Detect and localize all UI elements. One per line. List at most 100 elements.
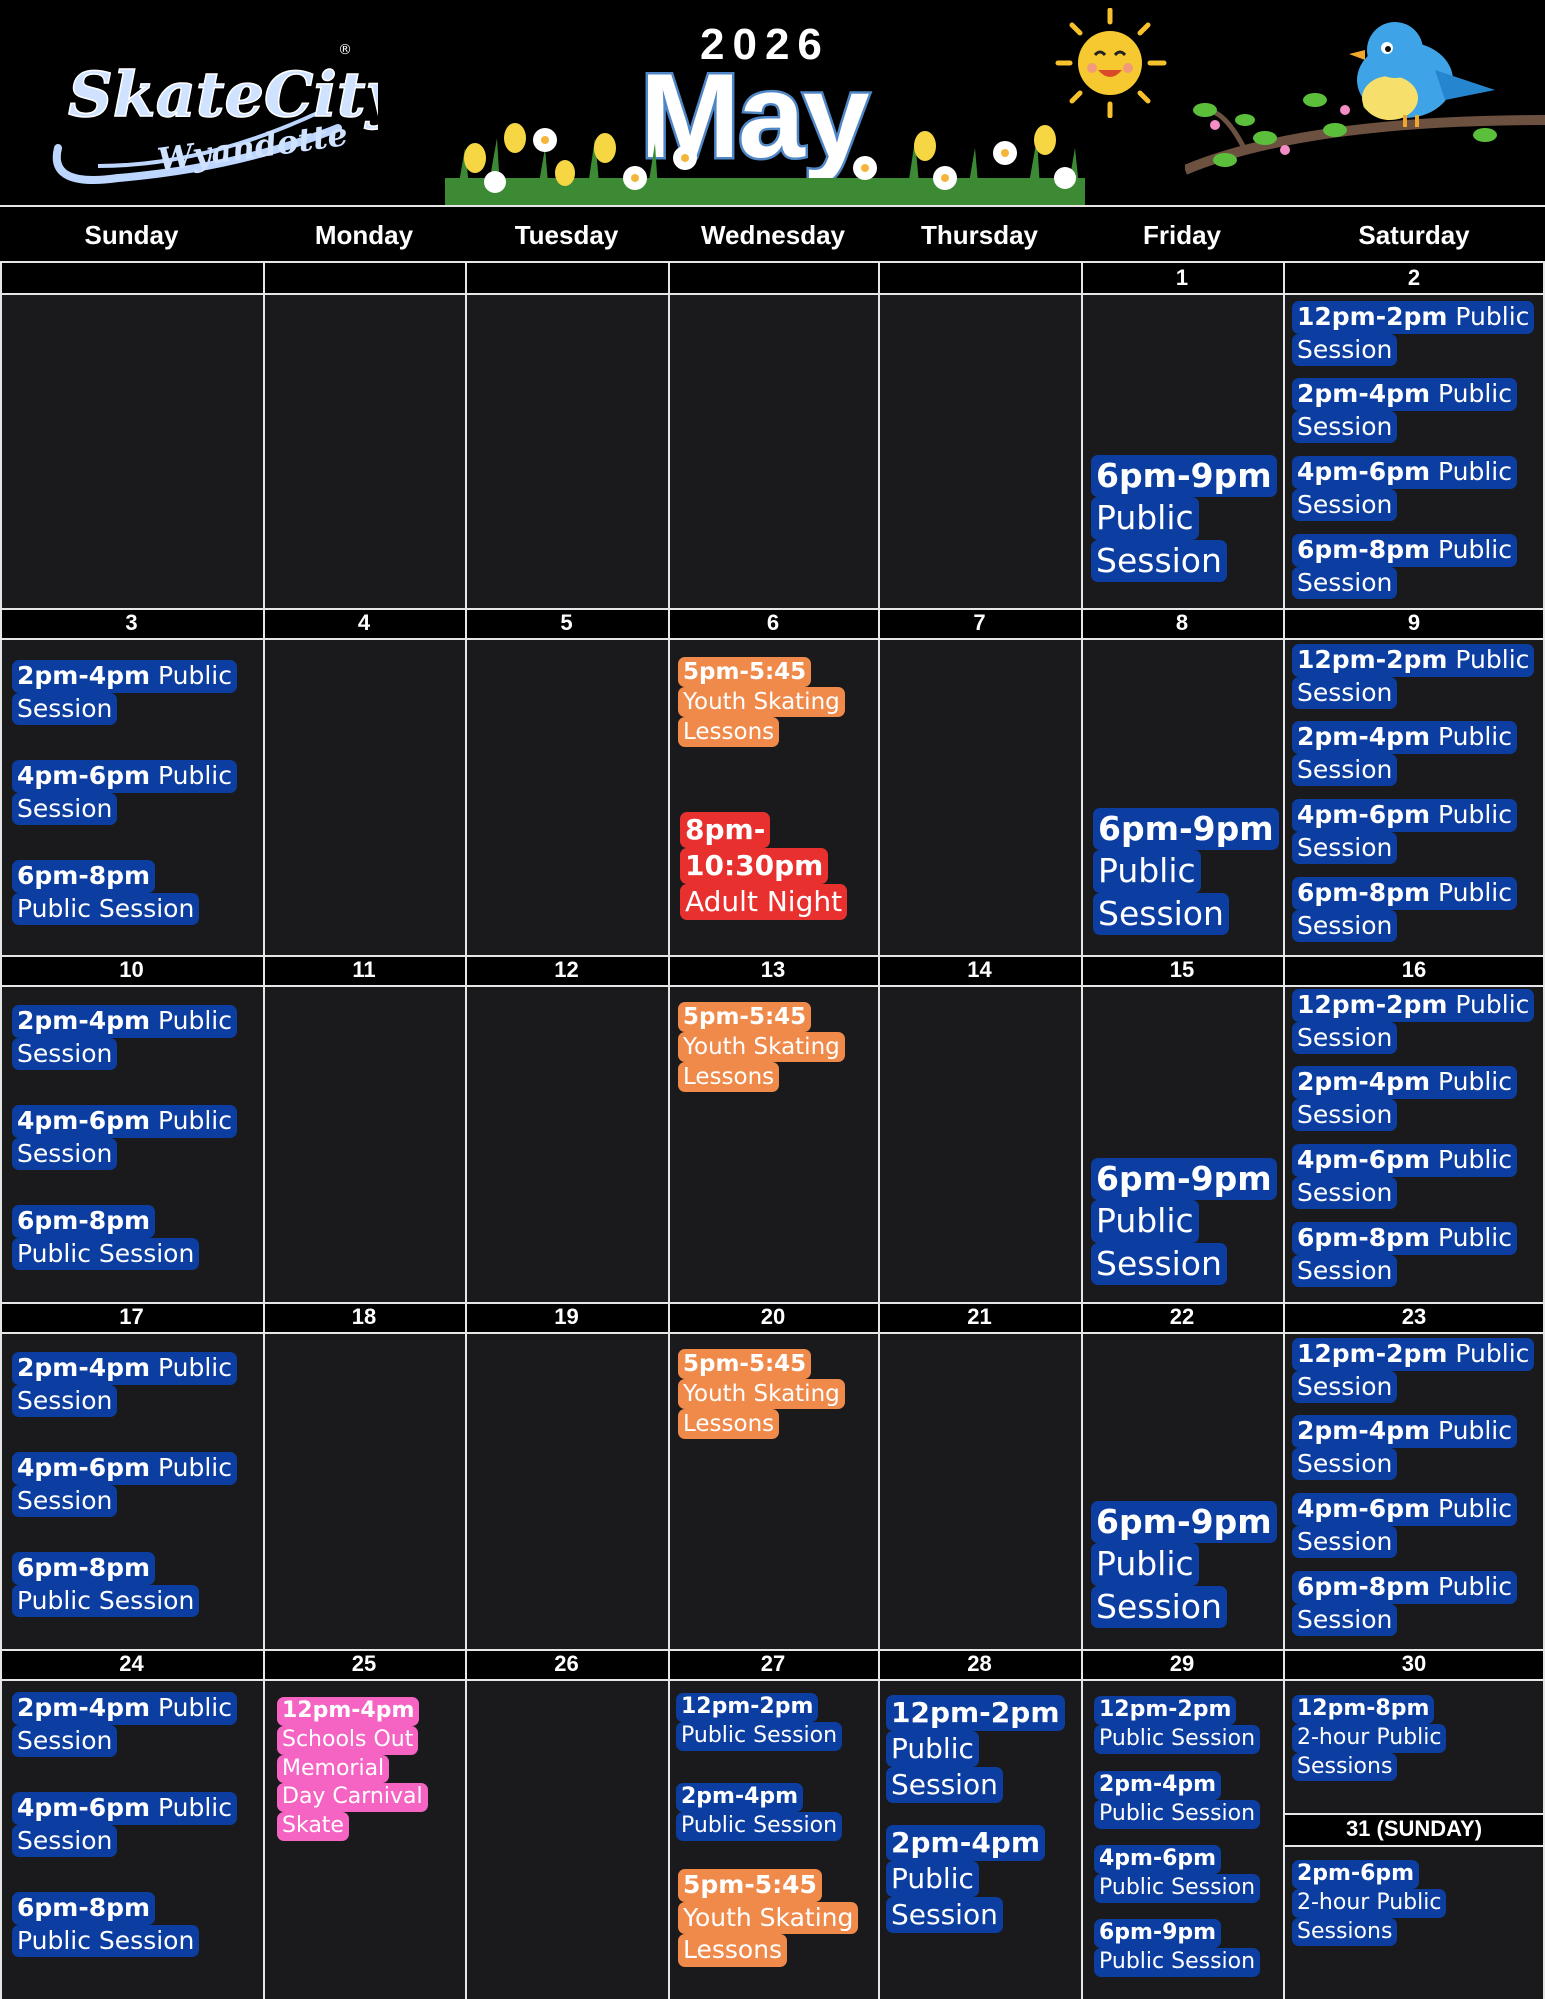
calendar-grid: Sunday Monday Tuesday Wednesday Thursday… — [0, 205, 1545, 1999]
event-public-session[interactable]: 6pm-8pm Public Session — [1292, 1222, 1518, 1287]
event-label: Public — [1093, 850, 1201, 893]
grid-line — [263, 263, 265, 1999]
event-public-session[interactable]: 2pm-4pm Public Session — [1292, 1415, 1518, 1480]
event-label: Session — [12, 1824, 118, 1857]
event-label: Session — [1292, 1254, 1398, 1287]
event-public-session[interactable]: 12pm-2pm Public Session — [1292, 989, 1535, 1054]
event-label: Public — [1438, 1494, 1513, 1523]
event-public-session[interactable]: 4pm-6pm Public Session — [12, 1792, 238, 1857]
event-time: 5pm-5:45 — [678, 657, 812, 688]
event-time: 12pm-4pm — [277, 1697, 420, 1726]
event-public-session[interactable]: 12pm-2pm Public Session — [1094, 1696, 1261, 1754]
event-label: Youth Skating — [678, 1379, 845, 1410]
event-public-session[interactable]: 12pm-2pm Public Session — [1292, 1338, 1535, 1403]
event-public-session[interactable]: 6pm-8pm Public Session — [12, 1552, 200, 1617]
day-number: 24 — [119, 1651, 144, 1676]
event-label: Session — [12, 1137, 118, 1170]
event-youth-lessons[interactable]: 5pm-5:45 Youth Skating Lessons — [678, 1869, 859, 1967]
day-number: 19 — [554, 1304, 579, 1329]
event-public-session[interactable]: 2pm-6pm 2-hour Public Sessions — [1292, 1860, 1447, 1947]
event-time: 6pm-8pm — [12, 1892, 156, 1925]
event-public-session[interactable]: 2pm-4pm Public Session — [12, 1692, 238, 1757]
event-public-session[interactable]: 2pm-4pm Public Session — [12, 660, 238, 725]
event-time: 2pm-4pm — [1297, 1067, 1431, 1096]
event-public-session[interactable]: 2pm-4pm Public Session — [886, 1825, 1046, 1934]
event-public-session[interactable]: 12pm-2pm Public Session — [1292, 301, 1535, 366]
grid-line — [668, 263, 670, 1999]
event-public-session[interactable]: 4pm-6pm Public Session — [1094, 1845, 1261, 1903]
event-label: Lessons — [678, 717, 780, 748]
grid-line — [0, 1302, 1545, 1304]
event-label: Session — [1292, 909, 1398, 942]
event-time: 2pm-4pm — [1297, 379, 1431, 408]
day-number: 16 — [1401, 957, 1427, 982]
event-time: 6pm-8pm — [1297, 535, 1431, 564]
event-public-session[interactable]: 4pm-6pm Public Session — [12, 760, 238, 825]
event-label: Sessions — [1292, 1917, 1398, 1947]
event-label: Public — [158, 1793, 233, 1822]
event-public-session[interactable]: 4pm-6pm Public Session — [1292, 1493, 1518, 1558]
event-public-session[interactable]: 6pm-9pm Public Session — [1091, 455, 1277, 582]
event-public-session[interactable]: 6pm-9pm Public Session — [1094, 1919, 1261, 1977]
event-public-session[interactable]: 12pm-2pm Public Session — [1292, 644, 1535, 709]
event-public-session[interactable]: 6pm-9pm Public Session — [1093, 808, 1279, 935]
event-label: Public — [1438, 379, 1513, 408]
event-time: 6pm-8pm — [1297, 1223, 1431, 1252]
grid-line — [1283, 1813, 1545, 1815]
grid-line — [1283, 1845, 1545, 1847]
event-public-session[interactable]: 4pm-6pm Public Session — [1292, 456, 1518, 521]
event-public-session[interactable]: 2pm-4pm Public Session — [12, 1352, 238, 1417]
event-youth-lessons[interactable]: 5pm-5:45 Youth Skating Lessons — [678, 1349, 845, 1440]
event-label: Session — [1292, 1447, 1398, 1480]
event-youth-lessons[interactable]: 5pm-5:45 Youth Skating Lessons — [678, 657, 845, 748]
event-public-session[interactable]: 12pm-2pm Public Session — [886, 1695, 1065, 1804]
day-number: 17 — [119, 1304, 144, 1329]
event-time: 12pm-8pm — [1292, 1695, 1435, 1724]
event-youth-lessons[interactable]: 5pm-5:45 Youth Skating Lessons — [678, 1002, 845, 1093]
day31-label-row: 31 (SUNDAY) — [1283, 1813, 1545, 1845]
day-number: 23 — [1401, 1304, 1427, 1329]
event-public-session[interactable]: 2pm-4pm Public Session — [12, 1005, 238, 1070]
event-label: Public — [158, 1353, 233, 1382]
event-public-session[interactable]: 6pm-8pm Public Session — [1292, 1571, 1518, 1636]
event-public-session[interactable]: 4pm-6pm Public Session — [12, 1452, 238, 1517]
event-label: Lessons — [678, 1409, 780, 1440]
day-number: 7 — [973, 610, 986, 635]
event-label: 2-hour Public — [1292, 1723, 1447, 1753]
day-number: 26 — [554, 1651, 579, 1676]
skatecity-logo: SkateCity ® Wyandotte — [52, 42, 378, 184]
event-public-session[interactable]: 2pm-4pm Public Session — [1292, 378, 1518, 443]
event-public-session[interactable]: 6pm-8pm Public Session — [12, 1892, 200, 1957]
event-time: 12pm-2pm — [1297, 645, 1448, 674]
day-number: 15 — [1169, 957, 1195, 982]
event-public-session[interactable]: 6pm-9pm Public Session — [1091, 1158, 1277, 1285]
event-public-session[interactable]: 2pm-4pm Public Session — [1292, 1066, 1518, 1131]
event-public-session[interactable]: 4pm-6pm Public Session — [12, 1105, 238, 1170]
event-public-session[interactable]: 6pm-8pm Public Session — [12, 1205, 200, 1270]
event-public-session[interactable]: 4pm-6pm Public Session — [1292, 1144, 1518, 1209]
event-label: Session — [1292, 1021, 1398, 1054]
grid-line — [878, 263, 880, 1999]
event-public-session[interactable]: 2pm-4pm Public Session — [676, 1783, 843, 1841]
event-public-session[interactable]: 6pm-8pm Public Session — [1292, 877, 1518, 942]
event-adult-night[interactable]: 8pm- 10:30pm Adult Night — [680, 812, 848, 921]
event-public-session[interactable]: 6pm-8pm Public Session — [1292, 534, 1518, 599]
grid-line — [0, 263, 2, 1999]
weekday-sunday: Sunday — [84, 220, 179, 250]
event-memorial-day-carnival[interactable]: 12pm-4pm Schools Out Memorial Day Carniv… — [277, 1697, 428, 1842]
grid-line — [0, 1649, 1545, 1651]
event-public-session[interactable]: 12pm-2pm Public Session — [676, 1693, 843, 1751]
grid-line — [0, 638, 1545, 640]
event-label: Public — [158, 1006, 233, 1035]
calendar-header: SkateCity ® Wyandotte 2026 May — [0, 0, 1545, 206]
event-public-session[interactable]: 2pm-4pm Public Session — [1094, 1771, 1261, 1829]
event-public-session[interactable]: 2pm-4pm Public Session — [1292, 721, 1518, 786]
event-label: Adult Night — [680, 884, 848, 921]
event-public-session[interactable]: 12pm-8pm 2-hour Public Sessions — [1292, 1695, 1447, 1782]
event-public-session[interactable]: 4pm-6pm Public Session — [1292, 799, 1518, 864]
event-public-session[interactable]: 6pm-8pm Public Session — [12, 860, 200, 925]
event-public-session[interactable]: 6pm-9pm Public Session — [1091, 1501, 1277, 1628]
event-label: Session — [12, 1384, 118, 1417]
day-number: 13 — [760, 957, 786, 982]
day-number: 2 — [1407, 265, 1421, 290]
